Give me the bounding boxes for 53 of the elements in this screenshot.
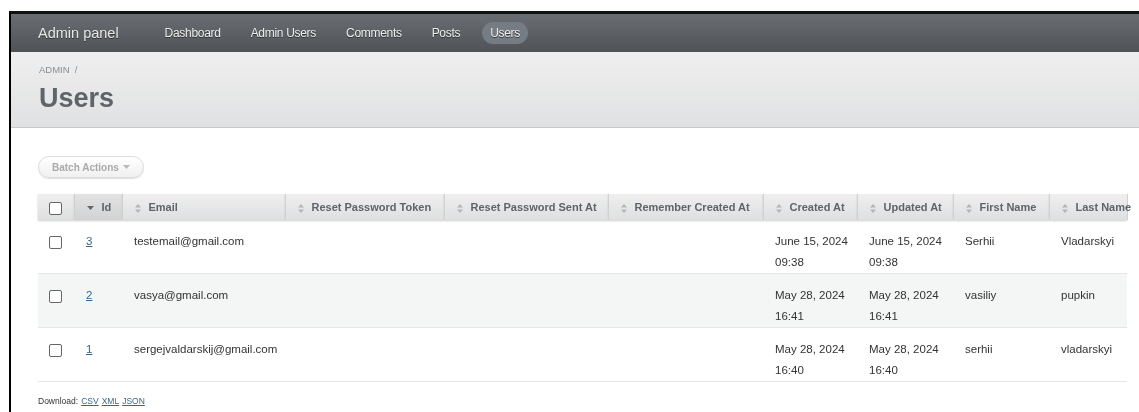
column-header[interactable]: Reset Password Token <box>285 194 444 220</box>
nav-tab[interactable]: Comments <box>338 22 410 44</box>
sort-icon <box>775 203 782 213</box>
download-link[interactable]: JSON <box>122 396 145 406</box>
table-cell-text: Vladarskyi <box>1061 234 1115 249</box>
download-label: Download: <box>38 396 79 406</box>
table-cell-text: serhii <box>965 342 993 357</box>
sort-icon <box>620 203 627 213</box>
caret-icon <box>122 165 130 169</box>
sort-icon <box>134 203 141 213</box>
table-cell-text: pupkin <box>1061 288 1095 303</box>
column-header[interactable]: Updated At <box>857 194 953 220</box>
column-header[interactable]: Email <box>122 194 285 220</box>
download-link[interactable]: CSV <box>81 396 99 406</box>
sort-icon <box>297 203 304 213</box>
table-cell-text: June 15, 2024 09:38 <box>869 234 943 270</box>
table-cell-text: May 28, 2024 16:40 <box>775 342 846 378</box>
table-cell-text: June 15, 2024 09:38 <box>775 234 849 270</box>
table-cell-text: testemail@gmail.com <box>134 234 245 249</box>
table-cell-text: Serhii <box>965 234 995 249</box>
column-header[interactable]: First Name <box>953 194 1049 220</box>
breadcrumb-separator: / <box>74 64 78 75</box>
breadcrumb-link[interactable]: ADMIN <box>39 64 70 75</box>
download-link[interactable]: XML <box>101 396 120 406</box>
row-checkbox[interactable] <box>49 290 62 304</box>
column-header[interactable]: Remember Created At <box>608 194 763 220</box>
nav-tab[interactable]: Admin Users <box>242 22 324 44</box>
table-cell-text: sergejvaldarskij@gmail.com <box>134 342 278 357</box>
nav-tab[interactable]: Posts <box>423 22 469 44</box>
sort-icon <box>1061 203 1068 213</box>
table-cell-text: vasiliy <box>965 288 997 303</box>
table-cell-text: May 28, 2024 16:41 <box>775 288 846 324</box>
table-cell-text: May 28, 2024 16:40 <box>869 342 940 378</box>
id-link[interactable]: 2 <box>86 289 93 301</box>
table-cell-text: vladarskyi <box>1061 342 1113 357</box>
page-title: Users <box>39 83 116 114</box>
sort-icon <box>965 203 972 213</box>
select-all-checkbox[interactable] <box>49 201 62 215</box>
sort-descending-icon <box>86 206 94 211</box>
column-header[interactable]: Reset Password Sent At <box>444 194 608 220</box>
id-link[interactable]: 1 <box>86 343 93 355</box>
table-cell-text: vasya@gmail.com <box>134 288 229 303</box>
sort-icon <box>456 203 463 213</box>
nav-tab[interactable]: Users <box>482 22 528 44</box>
brand-title[interactable]: Admin panel <box>38 25 119 41</box>
nav-tab[interactable]: Dashboard <box>156 22 229 44</box>
sort-icon <box>869 203 876 213</box>
id-link[interactable]: 3 <box>86 235 93 247</box>
row-checkbox[interactable] <box>49 236 62 250</box>
column-header[interactable]: Created At <box>763 194 857 220</box>
row-checkbox[interactable] <box>49 344 62 358</box>
table-cell-text: May 28, 2024 16:41 <box>869 288 940 324</box>
column-header[interactable]: Id <box>74 194 122 220</box>
